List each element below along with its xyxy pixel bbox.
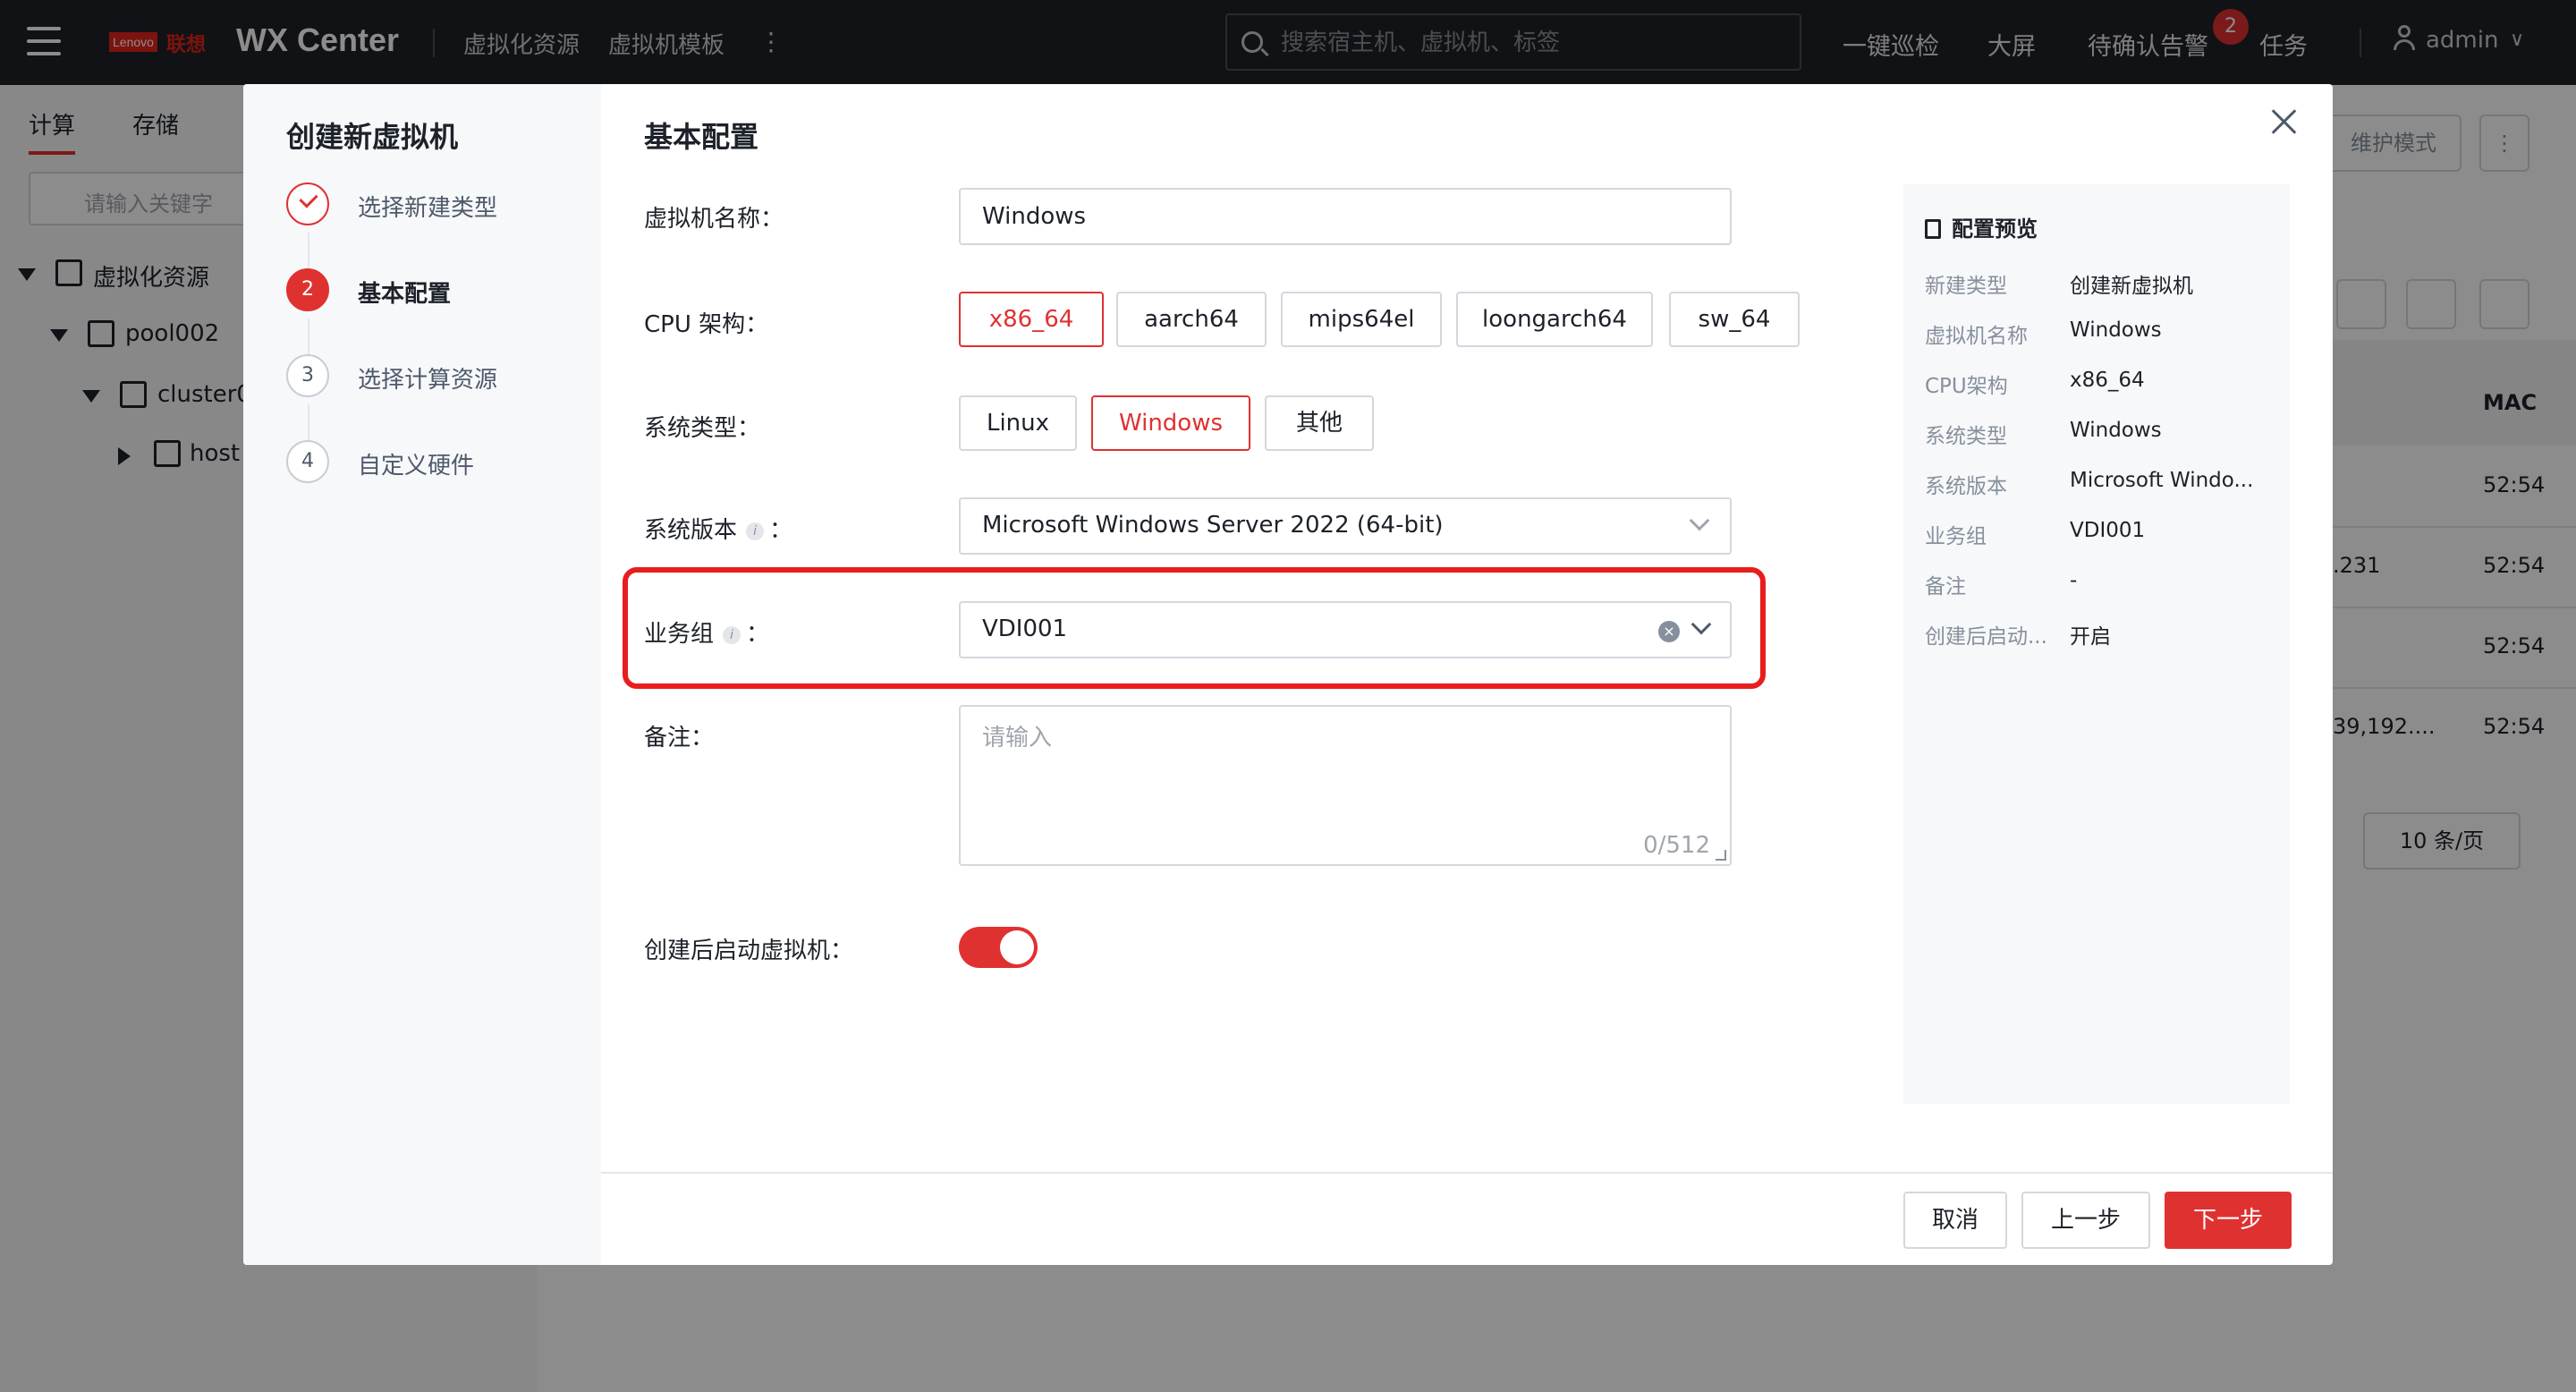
preview-key: 系统版本 (1925, 475, 2007, 498)
next-step-button[interactable]: 下一步 (2165, 1192, 2292, 1249)
step-label: 自定义硬件 (358, 453, 475, 480)
chevron-down-icon (1690, 614, 1712, 635)
preview-title: 配置预览 (1925, 211, 2038, 242)
step-connector (308, 404, 309, 440)
preview-value: Windows (2070, 318, 2162, 342)
preview-key: 创建后启动... (1925, 625, 2047, 649)
remark-placeholder: 请输入 (982, 725, 1053, 751)
preview-value: x86_64 (2070, 369, 2145, 392)
autostart-label: 创建后启动虚拟机： (644, 938, 854, 964)
info-icon[interactable]: i (746, 522, 765, 540)
preview-key: 系统类型 (1925, 425, 2007, 448)
preview-key: 新建类型 (1925, 275, 2007, 298)
close-icon[interactable] (2268, 106, 2301, 138)
preview-value: 开启 (2070, 625, 2111, 649)
footer-divider (601, 1172, 2333, 1174)
cpu-option-mips64el[interactable]: mips64el (1281, 292, 1442, 347)
os-type-label: 系统类型： (644, 415, 761, 442)
cpu-arch-label: CPU 架构： (644, 311, 769, 338)
cpu-option-aarch64[interactable]: aarch64 (1116, 292, 1267, 347)
preview-value: - (2070, 569, 2078, 592)
remark-textarea[interactable]: 请输入 0/512 (959, 705, 1732, 866)
clear-icon[interactable]: × (1658, 621, 1680, 642)
vm-name-label: 虚拟机名称： (644, 206, 784, 233)
cpu-option-loongarch64[interactable]: loongarch64 (1456, 292, 1653, 347)
os-version-select[interactable]: Microsoft Windows Server 2022 (64-bit) (959, 497, 1732, 555)
cancel-button[interactable]: 取消 (1903, 1192, 2007, 1249)
os-version-value: Microsoft Windows Server 2022 (64-bit) (982, 512, 1444, 539)
step-number: 4 (286, 440, 329, 483)
label-colon: ： (746, 621, 770, 648)
step-connector (308, 233, 309, 268)
step-label: 选择新建类型 (358, 195, 498, 222)
label-colon: ： (769, 517, 793, 544)
cpu-option-sw_64[interactable]: sw_64 (1669, 292, 1800, 347)
os-type-other[interactable]: 其他 (1265, 395, 1374, 451)
previous-step-button[interactable]: 上一步 (2021, 1192, 2150, 1249)
create-vm-dialog: 创建新虚拟机 选择新建类型 2 基本配置 3 选择计算资源 4 自定义硬件 基本… (243, 84, 2333, 1265)
step-done-circle (286, 182, 329, 225)
document-icon (1925, 219, 1941, 239)
os-type-linux[interactable]: Linux (959, 395, 1077, 451)
cpu-option-x86_64[interactable]: x86_64 (959, 292, 1104, 347)
check-icon (299, 189, 318, 208)
preview-value: 创建新虚拟机 (2070, 275, 2193, 298)
step-connector (308, 318, 309, 354)
preview-value: Windows (2070, 419, 2162, 442)
resize-handle-icon[interactable] (1716, 850, 1726, 861)
char-count: 0/512 (1643, 832, 1710, 859)
wizard-steps: 创建新虚拟机 选择新建类型 2 基本配置 3 选择计算资源 4 自定义硬件 (243, 84, 601, 1265)
toggle-knob (1000, 930, 1034, 964)
step-number: 2 (286, 268, 329, 311)
business-group-label: 业务组 i ： (644, 615, 769, 649)
step-number: 3 (286, 354, 329, 397)
vm-name-input[interactable] (959, 188, 1732, 245)
preview-key: 备注 (1925, 575, 1966, 598)
preview-value: Microsoft Windo... (2070, 469, 2254, 492)
step-label: 选择计算资源 (358, 367, 498, 394)
section-title: 基本配置 (644, 120, 759, 154)
business-group-label-text: 业务组 (644, 621, 715, 648)
chevron-down-icon (1689, 510, 1710, 531)
business-group-select[interactable]: VDI001 × (959, 601, 1732, 658)
os-version-label-text: 系统版本 (644, 517, 738, 544)
config-preview-panel: 配置预览 新建类型 创建新虚拟机 虚拟机名称 Windows CPU架构 x86_64… (1903, 184, 2290, 1104)
remark-label: 备注： (644, 725, 715, 751)
os-version-label: 系统版本 i： (644, 512, 792, 545)
preview-value: VDI001 (2070, 519, 2146, 542)
step-label: 基本配置 (358, 281, 452, 308)
dialog-title: 创建新虚拟机 (286, 120, 459, 154)
preview-key: 虚拟机名称 (1925, 325, 2028, 348)
preview-title-text: 配置预览 (1952, 216, 2038, 242)
preview-key: CPU架构 (1925, 375, 2008, 398)
os-type-windows[interactable]: Windows (1091, 395, 1250, 451)
business-group-value: VDI001 (982, 615, 1068, 642)
info-icon[interactable]: i (723, 626, 741, 644)
autostart-toggle[interactable] (959, 927, 1038, 968)
preview-key: 业务组 (1925, 525, 1987, 548)
